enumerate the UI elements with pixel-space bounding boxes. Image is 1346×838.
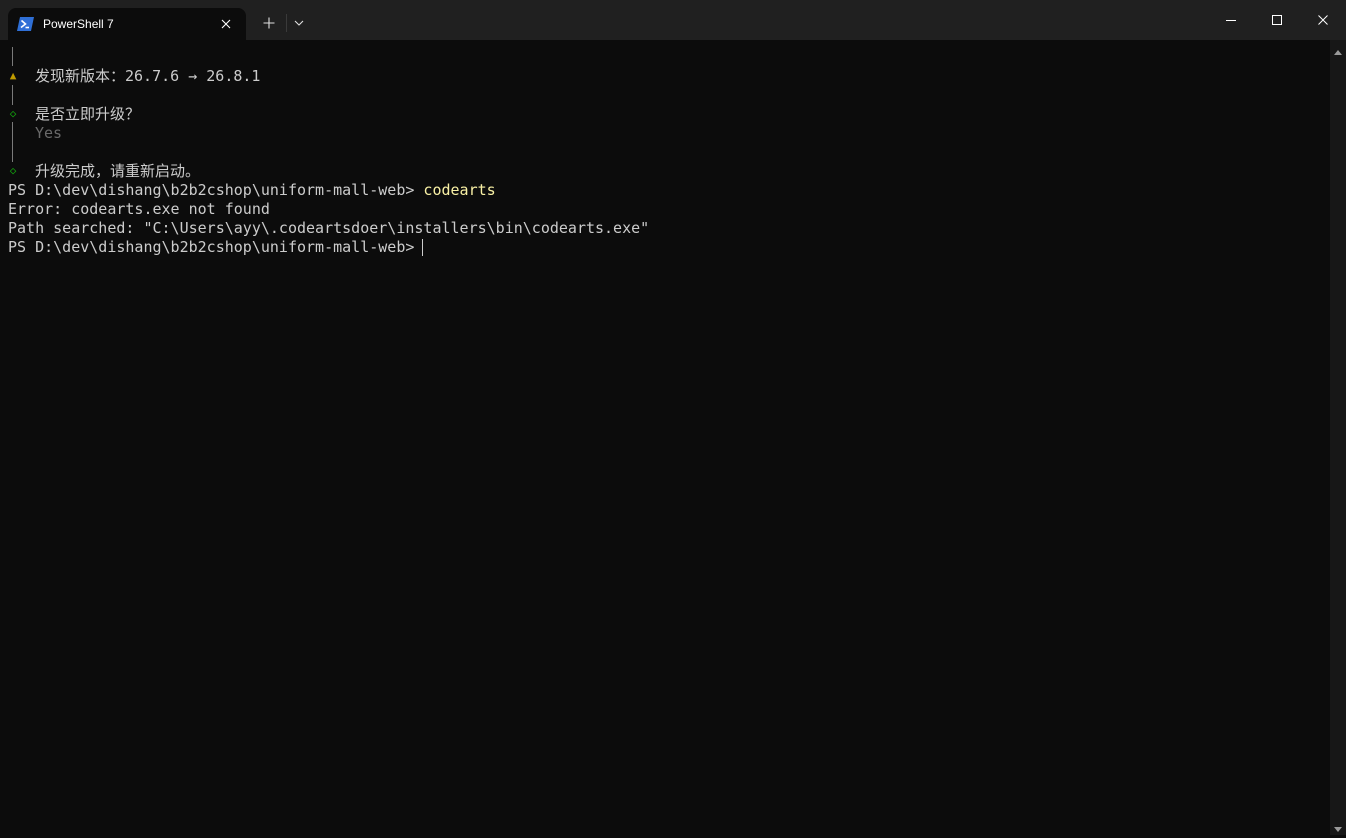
- upgrade-answer: Yes: [35, 124, 63, 142]
- maximize-icon: [1272, 15, 1282, 25]
- warning-icon: ▲: [9, 69, 17, 82]
- tab-title: PowerShell 7: [43, 17, 114, 31]
- minimize-button[interactable]: [1208, 0, 1254, 40]
- window-close-button[interactable]: [1300, 0, 1346, 40]
- tab-powershell[interactable]: PowerShell 7: [8, 8, 246, 40]
- update-notice: 发现新版本：26.7.6 → 26.8.1: [35, 67, 261, 85]
- chevron-down-icon: [294, 20, 304, 26]
- title-bar: PowerShell 7: [0, 0, 1346, 40]
- prompt-path: PS D:\dev\dishang\b2b2cshop\uniform-mall…: [8, 238, 415, 256]
- text-cursor: [422, 239, 423, 256]
- window-close-icon: [1318, 15, 1328, 25]
- tab-dropdown-button[interactable]: [289, 12, 309, 34]
- maximize-button[interactable]: [1254, 0, 1300, 40]
- new-tab-button[interactable]: [258, 12, 280, 34]
- diamond-icon: ◇: [9, 164, 17, 177]
- prompt-line-current[interactable]: PS D:\dev\dishang\b2b2cshop\uniform-mall…: [8, 238, 423, 257]
- guide-bar: [12, 122, 13, 162]
- tab-separator: [286, 14, 287, 32]
- diamond-icon: ◇: [9, 107, 17, 120]
- guide-bar: [12, 85, 13, 105]
- scrollbar[interactable]: [1330, 40, 1346, 835]
- upgrade-done-message: 升级完成，请重新启动。: [35, 162, 201, 180]
- path-searched-line: Path searched: "C:\Users\ayy\.codeartsdo…: [8, 219, 650, 237]
- prompt-path: PS D:\dev\dishang\b2b2cshop\uniform-mall…: [8, 181, 415, 199]
- prompt-line: PS D:\dev\dishang\b2b2cshop\uniform-mall…: [8, 181, 496, 200]
- close-icon[interactable]: [217, 15, 235, 33]
- powershell-icon: [17, 16, 34, 31]
- guide-bar: [12, 47, 13, 66]
- scroll-down-arrow-icon[interactable]: [1333, 819, 1343, 832]
- minimize-icon: [1226, 19, 1236, 21]
- plus-icon: [263, 17, 275, 29]
- upgrade-question: 是否立即升级？: [35, 105, 141, 123]
- command-text: codearts: [423, 181, 496, 199]
- error-line: Error: codearts.exe not found: [8, 200, 270, 218]
- scroll-up-arrow-icon[interactable]: [1333, 43, 1343, 55]
- terminal-output[interactable]: ▲ 发现新版本：26.7.6 → 26.8.1 ◇ 是否立即升级？ Yes ◇ …: [0, 40, 1330, 835]
